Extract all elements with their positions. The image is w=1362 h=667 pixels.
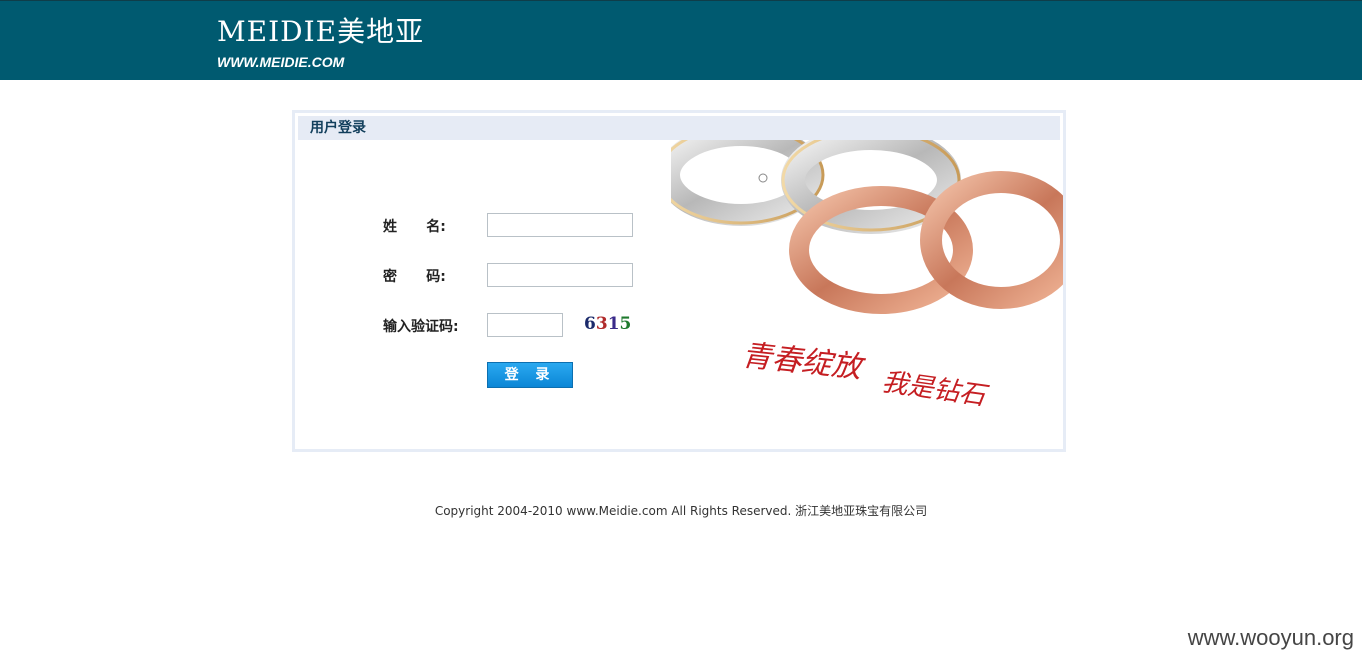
username-label: 姓 名: [383, 219, 446, 235]
logo-wordmark: MEIDIE美地亚 [217, 15, 425, 48]
captcha-image[interactable]: 6315 [584, 314, 631, 334]
captcha-digit: 6 [584, 314, 596, 334]
panel-title: 用户登录 [310, 120, 366, 136]
slogan-youth: 青春绽放 [740, 338, 867, 386]
rings-banner-image: 青春绽放 我是钻石 [671, 140, 1063, 412]
diamond-sparkle [758, 173, 768, 183]
captcha-digit: 1 [607, 314, 620, 334]
password-input[interactable] [487, 263, 633, 287]
captcha-label: 输入验证码: [383, 319, 459, 335]
meidie-logo[interactable]: MEIDIE美地亚 WWW.MEIDIE.COM [217, 13, 423, 73]
logo-url-text: WWW.MEIDIE.COM [217, 54, 345, 70]
captcha-digit: 3 [595, 314, 608, 334]
ring-rose-gold-right [920, 171, 1063, 309]
password-label: 密 码: [383, 269, 446, 285]
slogan-diamond: 我是钻石 [880, 367, 991, 412]
site-header: MEIDIE美地亚 WWW.MEIDIE.COM [0, 0, 1362, 80]
copyright-footer: Copyright 2004-2010 www.Meidie.com All R… [434, 504, 928, 518]
username-input[interactable] [487, 213, 633, 237]
captcha-input[interactable] [487, 313, 563, 337]
login-panel: 用户登录 姓 名: 密 码: 输入验证码: 6315 登 录 青春绽放 我是钻石 [292, 110, 1066, 452]
login-button[interactable]: 登 录 [487, 362, 573, 388]
panel-title-bar: 用户登录 [298, 116, 1060, 140]
captcha-digit: 5 [619, 314, 632, 334]
wooyun-watermark: www.wooyun.org [1187, 625, 1354, 650]
